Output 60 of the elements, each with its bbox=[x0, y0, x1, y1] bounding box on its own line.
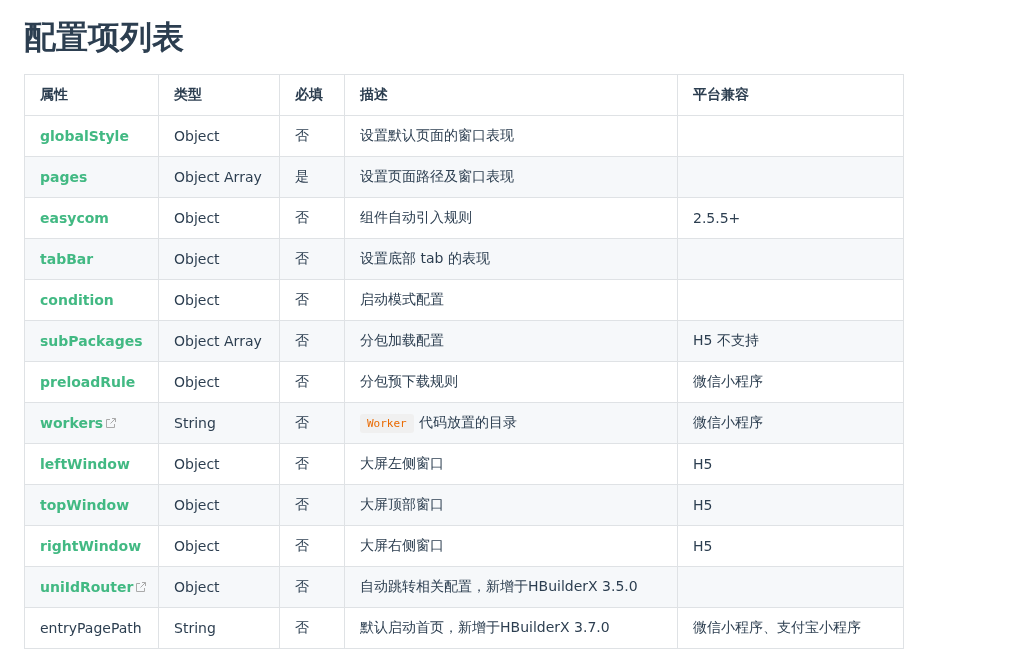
table-cell: 否 bbox=[279, 484, 345, 526]
table-cell: 否 bbox=[279, 115, 345, 157]
table-cell: 设置默认页面的窗口表现 bbox=[344, 115, 678, 157]
property-link[interactable]: pages bbox=[40, 169, 88, 185]
table-cell: 否 bbox=[279, 607, 345, 649]
table-cell: H5 bbox=[677, 443, 904, 485]
column-header: 类型 bbox=[158, 74, 280, 116]
table-cell: 分包预下载规则 bbox=[344, 361, 678, 403]
property-link[interactable]: tabBar bbox=[40, 251, 94, 267]
table-cell: 微信小程序、支付宝小程序 bbox=[677, 607, 904, 649]
table-cell: 微信小程序 bbox=[677, 361, 904, 403]
table-cell: Object Array bbox=[158, 156, 280, 198]
table-cell: String bbox=[158, 402, 280, 444]
table-cell: 大屏左侧窗口 bbox=[344, 443, 678, 485]
table-cell: 否 bbox=[279, 566, 345, 608]
table-cell: Object bbox=[158, 238, 280, 280]
table-cell: 否 bbox=[279, 238, 345, 280]
external-link-icon bbox=[105, 417, 118, 429]
table-cell: H5 不支持 bbox=[677, 320, 904, 362]
inline-code: Worker bbox=[360, 414, 414, 433]
column-header: 必填 bbox=[279, 74, 345, 116]
table-cell: H5 bbox=[677, 525, 904, 567]
table-cell: 分包加载配置 bbox=[344, 320, 678, 362]
column-header: 属性 bbox=[24, 74, 159, 116]
table-cell: 大屏右侧窗口 bbox=[344, 525, 678, 567]
table-cell: 2.5.5+ bbox=[677, 197, 904, 239]
table-cell: 组件自动引入规则 bbox=[344, 197, 678, 239]
description-text: 代码放置的目录 bbox=[418, 414, 517, 430]
table-cell: Object bbox=[158, 566, 280, 608]
table-cell: entryPagePath bbox=[24, 607, 159, 649]
table-cell: 否 bbox=[279, 320, 345, 362]
table-cell: Object bbox=[158, 361, 280, 403]
table-cell: 是 bbox=[279, 156, 345, 198]
table-cell: Object bbox=[158, 484, 280, 526]
column-header: 平台兼容 bbox=[677, 74, 904, 116]
table-cell: H5 bbox=[677, 484, 904, 526]
table-cell: 否 bbox=[279, 525, 345, 567]
table-cell: Object bbox=[158, 197, 280, 239]
table-cell: 否 bbox=[279, 402, 345, 444]
property-link[interactable]: easycom bbox=[40, 210, 109, 226]
table-cell: 启动模式配置 bbox=[344, 279, 678, 321]
table-cell: 否 bbox=[279, 443, 345, 485]
table-cell: 默认启动首页，新增于HBuilderX 3.7.0 bbox=[344, 607, 678, 649]
table-cell: 设置页面路径及窗口表现 bbox=[344, 156, 678, 198]
table-cell: 否 bbox=[279, 197, 345, 239]
page-title: 配置项列表 bbox=[24, 17, 185, 58]
table-cell: Object bbox=[158, 279, 280, 321]
table-cell: 自动跳转相关配置，新增于HBuilderX 3.5.0 bbox=[344, 566, 678, 608]
column-header: 描述 bbox=[344, 74, 678, 116]
table-cell: 大屏顶部窗口 bbox=[344, 484, 678, 526]
table-cell: Object Array bbox=[158, 320, 280, 362]
table-cell: String bbox=[158, 607, 280, 649]
external-link-icon bbox=[135, 581, 148, 593]
table-cell: 否 bbox=[279, 279, 345, 321]
table-cell: Object bbox=[158, 525, 280, 567]
table-cell: Object bbox=[158, 115, 280, 157]
table-cell: 设置底部 tab 的表现 bbox=[344, 238, 678, 280]
table-cell: 否 bbox=[279, 361, 345, 403]
table-cell: 微信小程序 bbox=[677, 402, 904, 444]
table-cell: Object bbox=[158, 443, 280, 485]
